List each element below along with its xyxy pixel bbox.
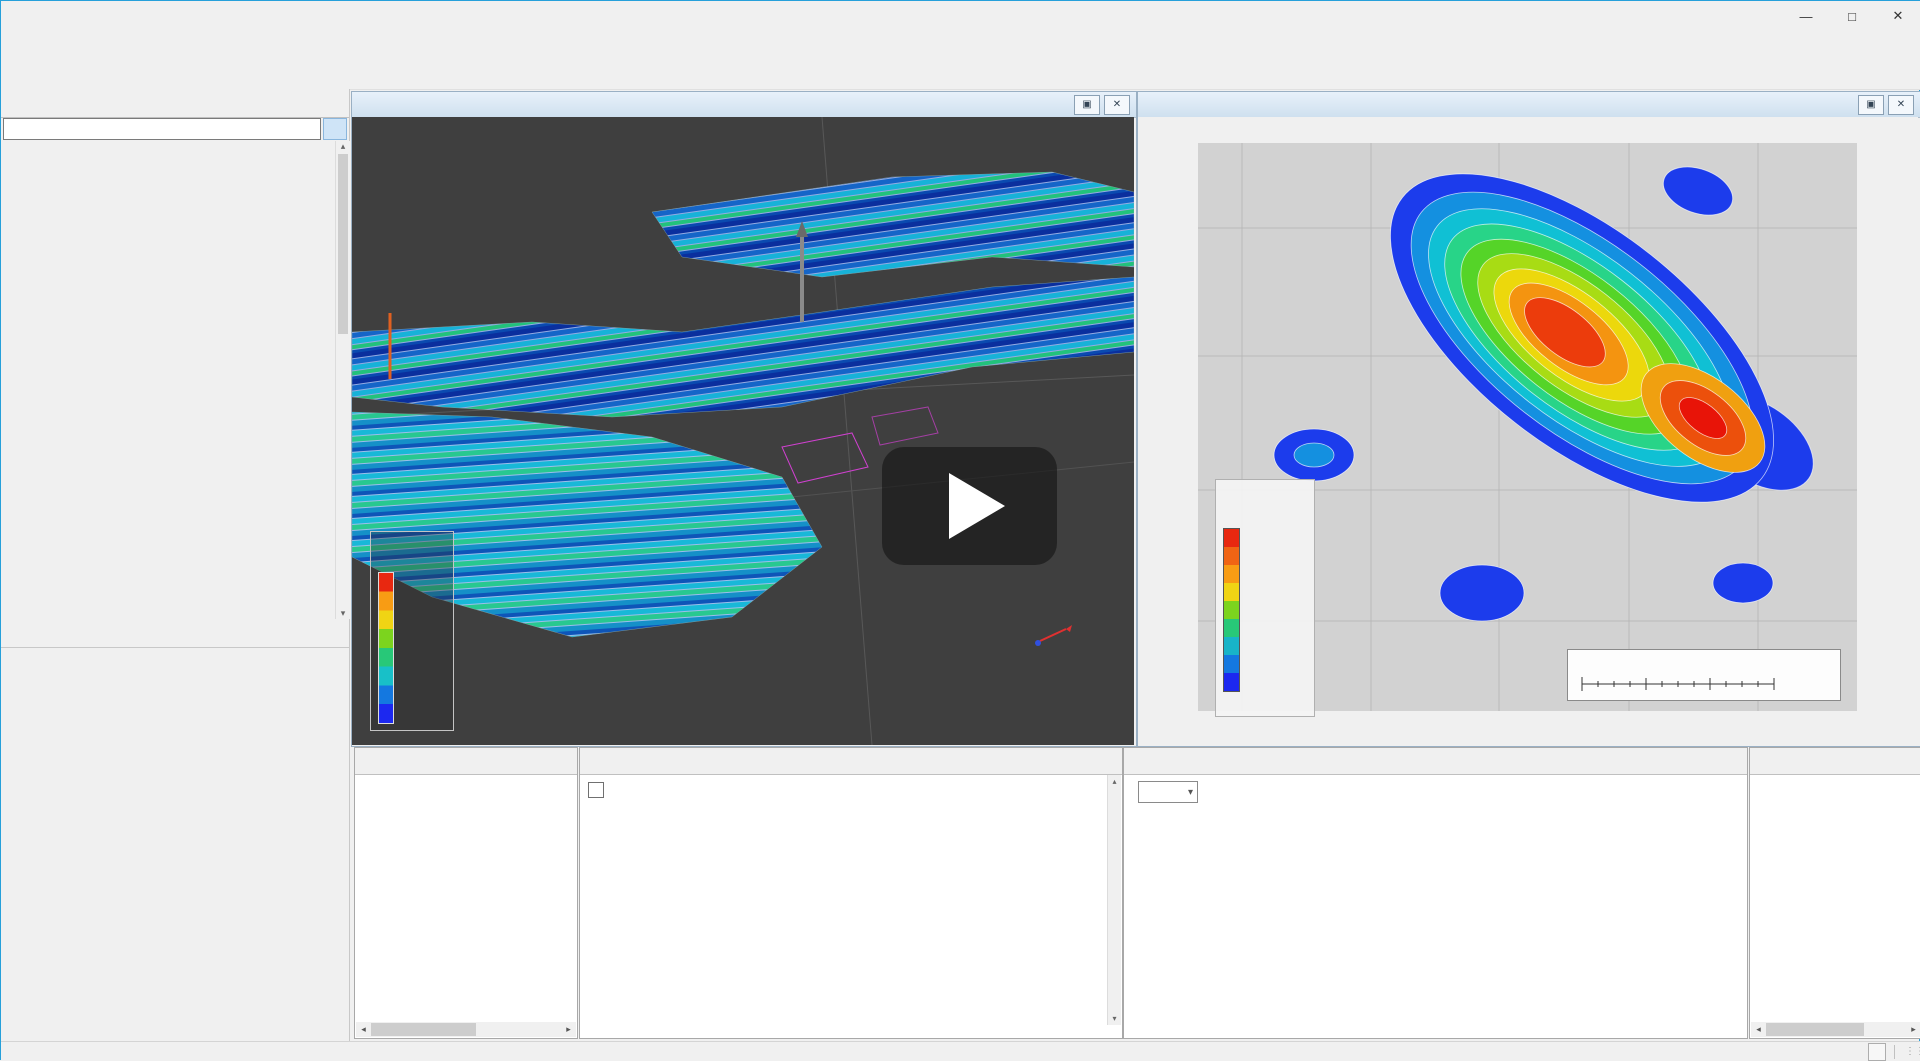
tree-scrollbar[interactable]: ▴▾ [335,141,350,619]
menu-view[interactable] [41,41,61,45]
property-editor-tabbar [1,619,349,648]
contour-window-icon [1144,97,1160,113]
relperm-vscrollbar[interactable]: ▴▾ [1107,775,1121,1025]
menu-help[interactable] [81,41,101,45]
contour-legend [1215,479,1315,717]
tree-search-input[interactable] [3,118,321,140]
titlebar: — □ ✕ [1,1,1920,31]
resize-grip[interactable]: ⋮⋮ [1905,1046,1919,1057]
contour-close-button[interactable]: ✕ [1888,95,1914,115]
view3d-window: ▣ ✕ [351,91,1137,747]
result-legend-3d [370,531,454,731]
property-editor-body [1,647,349,1041]
menu-windows[interactable] [61,41,81,45]
menubar [1,31,1920,55]
contour-legend-colorbar [1223,528,1240,692]
show-curve-selection-checkbox [588,782,604,798]
contour-restore-button[interactable]: ▣ [1858,95,1884,115]
app-logo-icon [9,7,27,25]
messages-panel: ◂▸ [1749,747,1920,1039]
search-clear-button[interactable] [323,118,347,140]
close-button[interactable]: ✕ [1875,1,1920,31]
view3d-titlebar[interactable]: ▣ ✕ [352,92,1136,118]
relperm-chart [610,814,910,964]
left-tabbar [1,89,349,118]
view3d-restore-button[interactable]: ▣ [1074,95,1100,115]
tree-search-row [1,117,349,141]
view3d-window-icon [358,97,374,113]
map-scale-bar [1567,649,1841,701]
view3d-viewport[interactable] [352,117,1134,745]
view3d-close-button[interactable]: ✕ [1104,95,1130,115]
pvt-plot-panel: ▾ [1123,747,1748,1039]
maximize-button[interactable]: □ [1829,1,1875,31]
contour-titlebar[interactable]: ▣ ✕ [1138,92,1920,118]
phase-selector-row: ▾ [1132,781,1198,803]
toolbar [1,55,1920,90]
minimize-button[interactable]: — [1783,1,1829,31]
play-icon [949,473,1005,539]
viscosity-chart [1438,828,1738,978]
result-info-text [361,780,573,1004]
show-curve-selection[interactable] [588,782,609,798]
contour-map-window: ▣ ✕ [1137,91,1920,747]
relperm-plot-panel: ▴▾ [579,747,1123,1039]
fvf-chart [1128,828,1428,978]
menu-edit[interactable] [21,41,41,45]
reservoir-3d-scene [352,117,1134,745]
contour-map-viewport[interactable] [1138,117,1918,745]
video-play-overlay[interactable] [882,447,1057,565]
menu-file[interactable] [1,41,21,45]
result-info-panel: ◂▸ [354,747,578,1039]
messages-hscrollbar[interactable]: ◂▸ [1751,1022,1920,1037]
memory-used [1868,1043,1886,1061]
legend-colorbar [378,572,394,724]
statusbar: ⋮⋮ [1,1041,1920,1061]
project-tree [1,141,335,619]
phase-select[interactable]: ▾ [1138,781,1198,803]
result-info-hscrollbar[interactable]: ◂▸ [356,1022,576,1037]
